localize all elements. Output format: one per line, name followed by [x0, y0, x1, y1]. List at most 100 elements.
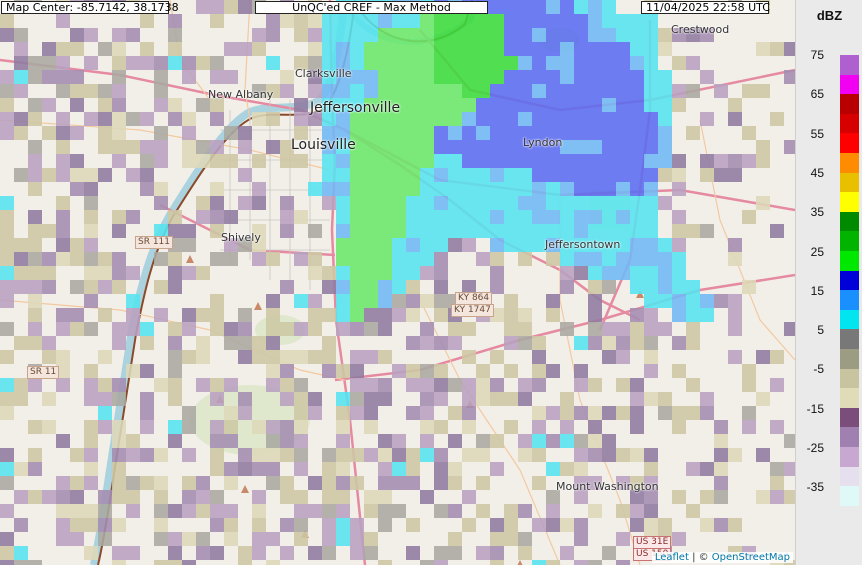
radar-pixel [378, 322, 392, 336]
radar-pixel [336, 462, 350, 476]
radar-pixel [490, 154, 504, 168]
radar-pixel [672, 252, 686, 266]
city-label-mount-washington: Mount Washington [556, 480, 659, 493]
radar-pixel [448, 140, 462, 154]
radar-pixel [266, 56, 280, 70]
radar-pixel [448, 546, 462, 560]
radar-pixel [126, 322, 140, 336]
map-canvas[interactable] [0, 0, 795, 565]
radar-pixel [224, 252, 238, 266]
radar-pixel [602, 70, 616, 84]
radar-pixel [490, 196, 504, 210]
radar-pixel [574, 98, 588, 112]
radar-pixel [658, 98, 672, 112]
radar-pixel [406, 546, 420, 560]
radar-pixel [616, 168, 630, 182]
radar-pixel [336, 266, 350, 280]
radar-pixel [0, 392, 14, 406]
radar-pixel [252, 490, 266, 504]
radar-pixel [84, 56, 98, 70]
radar-pixel [378, 490, 392, 504]
radar-pixel [98, 84, 112, 98]
radar-pixel [630, 336, 644, 350]
radar-pixel [420, 420, 434, 434]
radar-pixel [322, 154, 336, 168]
radar-pixel [616, 532, 630, 546]
radar-pixel [56, 378, 70, 392]
radar-pixel [770, 112, 784, 126]
radar-pixel [616, 84, 630, 98]
radar-pixel [518, 252, 532, 266]
radar-pixel [266, 364, 280, 378]
leaflet-link[interactable]: Leaflet [655, 552, 689, 563]
radar-pixel [462, 154, 476, 168]
radar-pixel [252, 336, 266, 350]
radar-pixel [210, 14, 224, 28]
radar-pixel [378, 504, 392, 518]
radar-pixel [588, 280, 602, 294]
radar-pixel [14, 490, 28, 504]
radar-pixel [672, 294, 686, 308]
radar-pixel [238, 448, 252, 462]
radar-pixel [84, 280, 98, 294]
radar-pixel [434, 182, 448, 196]
radar-pixel [14, 238, 28, 252]
openstreetmap-link[interactable]: OpenStreetMap [712, 552, 790, 563]
radar-pixel [266, 322, 280, 336]
radar-pixel [462, 420, 476, 434]
radar-pixel [378, 560, 392, 565]
radar-pixel [56, 140, 70, 154]
legend-swatch [840, 113, 859, 134]
radar-pixel [658, 42, 672, 56]
radar-pixel [476, 84, 490, 98]
radar-pixel [266, 532, 280, 546]
radar-pixel [350, 56, 364, 70]
radar-pixel [42, 490, 56, 504]
radar-pixel [280, 84, 294, 98]
radar-pixel [448, 238, 462, 252]
radar-pixel [420, 448, 434, 462]
radar-pixel [420, 168, 434, 182]
radar-pixel [672, 238, 686, 252]
radar-pixel [588, 378, 602, 392]
radar-pixel [154, 140, 168, 154]
radar-pixel [574, 560, 588, 565]
radar-pixel [70, 532, 84, 546]
radar-pixel [84, 420, 98, 434]
radar-pixel [714, 476, 728, 490]
radar-pixel [686, 322, 700, 336]
radar-pixel [224, 378, 238, 392]
radar-pixel [168, 336, 182, 350]
radar-pixel [588, 406, 602, 420]
radar-pixel [238, 350, 252, 364]
radar-pixel [56, 238, 70, 252]
radar-pixel [574, 70, 588, 84]
radar-pixel [266, 112, 280, 126]
radar-pixel [742, 364, 756, 378]
radar-pixel [602, 154, 616, 168]
radar-pixel [238, 42, 252, 56]
radar-pixel [0, 238, 14, 252]
radar-pixel [588, 140, 602, 154]
radar-pixel [350, 14, 364, 28]
legend-swatch [840, 329, 859, 350]
radar-pixel [518, 196, 532, 210]
radar-pixel [518, 70, 532, 84]
radar-pixel [434, 210, 448, 224]
radar-pixel [238, 140, 252, 154]
radar-pixel [686, 280, 700, 294]
radar-pixel [406, 140, 420, 154]
radar-pixel [574, 518, 588, 532]
radar-pixel [476, 504, 490, 518]
radar-pixel [518, 224, 532, 238]
radar-pixel [266, 336, 280, 350]
radar-pixel [644, 266, 658, 280]
radar-pixel [168, 322, 182, 336]
radar-map[interactable]: Crestwood Clarksville New Albany Jeffers… [0, 0, 795, 565]
radar-pixel [616, 70, 630, 84]
radar-pixel [70, 28, 84, 42]
radar-pixel [84, 434, 98, 448]
radar-pixel [686, 126, 700, 140]
radar-pixel [84, 84, 98, 98]
radar-pixel [294, 392, 308, 406]
